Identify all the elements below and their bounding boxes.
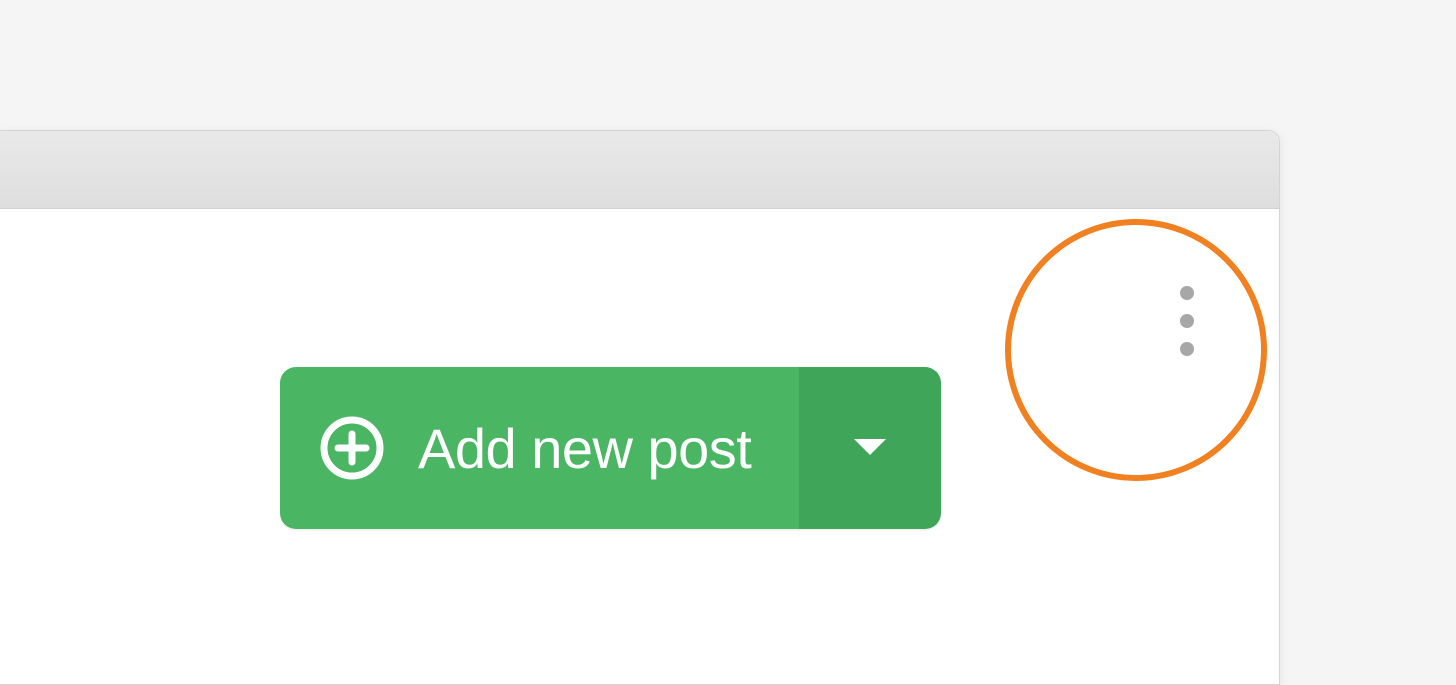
add-new-post-button[interactable]: Add new post [280,367,799,529]
more-options-icon [1180,342,1194,356]
add-new-post-label: Add new post [418,416,751,481]
window-frame: Add new post [0,130,1280,685]
more-options-icon [1180,314,1194,328]
chevron-down-icon [850,435,890,462]
add-post-dropdown-button[interactable] [799,367,941,529]
more-options-icon [1180,286,1194,300]
highlight-annotation-circle [1005,219,1267,481]
plus-icon [320,416,384,480]
more-options-button[interactable] [1157,281,1217,361]
content-area: Add new post [0,209,1279,684]
window-title-bar [0,131,1279,209]
add-post-button-group: Add new post [280,367,941,529]
